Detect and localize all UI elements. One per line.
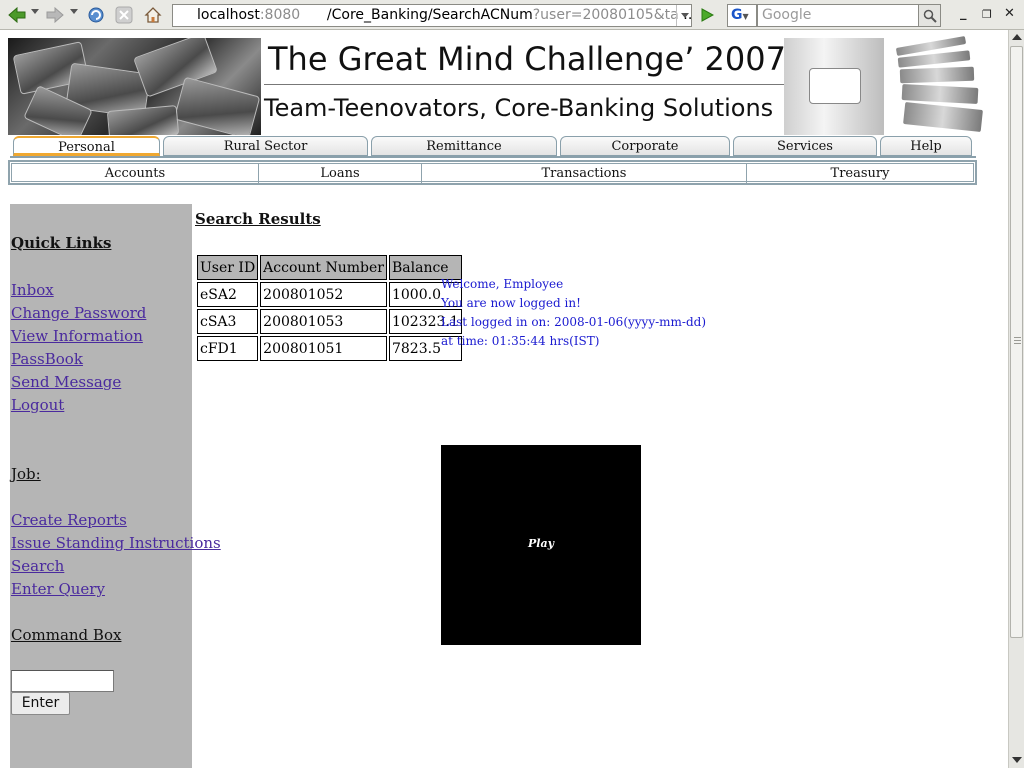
subnav-accounts[interactable]: Accounts [12, 164, 259, 183]
close-icon[interactable]: ✕ [1004, 6, 1015, 21]
cell-account-number: 200801053 [260, 309, 387, 334]
silver-bars-image [8, 38, 261, 135]
tab-remittance[interactable]: Remittance [371, 136, 557, 156]
table-row: cFD1 200801051 7823.5 [197, 336, 462, 361]
tab-rural-sector[interactable]: Rural Sector [163, 136, 368, 156]
login-status: You are now logged in! [441, 296, 581, 310]
cell-account-number: 200801052 [260, 282, 387, 307]
scroll-up-icon[interactable] [1012, 34, 1022, 40]
last-login-date: Last logged in on: 2008-01-06(yyyy-mm-dd… [441, 315, 707, 329]
table-row: cSA3 200801053 102323.1 [197, 309, 462, 334]
forward-icon[interactable] [44, 4, 66, 26]
search-engine-selector[interactable]: G▼ [727, 4, 757, 27]
change-password-link[interactable]: Change Password [11, 304, 146, 322]
column-header-user-id: User ID [197, 255, 259, 280]
stop-icon[interactable] [114, 4, 134, 26]
command-input[interactable] [11, 670, 114, 692]
home-icon[interactable] [143, 4, 163, 26]
welcome-message: Welcome, Employee [441, 277, 564, 291]
subnav-transactions[interactable]: Transactions [422, 164, 747, 183]
tab-help[interactable]: Help [880, 136, 972, 156]
page-content: The Great Mind Challenge’ 2007 Team-Teen… [0, 30, 1008, 768]
table-header-row: User ID Account Number Balance [197, 255, 462, 280]
cell-user-id: cSA3 [197, 309, 259, 334]
subnav-treasury[interactable]: Treasury [747, 164, 973, 183]
tab-corporate[interactable]: Corporate [560, 136, 730, 156]
cell-account-number: 200801051 [260, 336, 387, 361]
search-input[interactable]: Google [757, 4, 919, 27]
tab-underline [10, 156, 976, 158]
quick-links-heading: Quick Links [11, 234, 112, 252]
go-icon[interactable] [697, 5, 717, 25]
passbook-link[interactable]: PassBook [11, 350, 83, 368]
sidebar: Quick Links Inbox Change Password View I… [10, 204, 221, 768]
results-table: User ID Account Number Balance eSA2 2008… [195, 253, 464, 363]
money-stack-image [886, 35, 988, 135]
vertical-scrollbar[interactable] [1008, 30, 1024, 768]
scroll-down-icon[interactable] [1012, 757, 1022, 763]
search-results-title: Search Results [195, 210, 321, 228]
back-icon[interactable] [6, 4, 28, 26]
cell-user-id: eSA2 [197, 282, 259, 307]
job-heading: Job: [11, 465, 41, 483]
reload-icon[interactable] [86, 4, 106, 26]
inbox-link[interactable]: Inbox [11, 281, 54, 299]
create-reports-link[interactable]: Create Reports [11, 511, 127, 529]
minimize-icon[interactable]: _ [960, 6, 967, 21]
magnifier-icon[interactable] [918, 4, 941, 27]
last-login-time: at time: 01:35:44 hrs(IST) [441, 334, 600, 348]
browser-toolbar: localhost:8080 /Core_Banking/SearchACNum… [0, 0, 1024, 30]
media-player[interactable]: Play [441, 445, 641, 645]
table-row: eSA2 200801052 1000.0 [197, 282, 462, 307]
forward-history-dropdown-icon[interactable] [70, 9, 78, 14]
address-bar[interactable]: localhost:8080 /Core_Banking/SearchACNum… [172, 4, 692, 27]
enter-button[interactable]: Enter [11, 692, 70, 715]
tab-personal[interactable]: Personal [13, 136, 160, 156]
restore-icon[interactable]: ❐ [982, 8, 992, 21]
command-box-heading: Command Box [11, 626, 122, 644]
banner-title: The Great Mind Challenge’ 2007 [268, 40, 786, 78]
send-message-link[interactable]: Send Message [11, 373, 121, 391]
play-button[interactable]: Play [441, 537, 641, 550]
banner-subtitle: Team-Teenovators, Core-Banking Solutions [264, 94, 774, 122]
money-roll-image [784, 38, 884, 135]
google-icon: G [731, 7, 743, 23]
tab-services[interactable]: Services [733, 136, 877, 156]
banner: The Great Mind Challenge’ 2007 Team-Teen… [8, 35, 988, 135]
back-history-dropdown-icon[interactable] [31, 9, 39, 14]
column-header-account-number: Account Number [260, 255, 387, 280]
sub-navigation: Accounts Loans Transactions Treasury [8, 160, 977, 185]
url-history-dropdown-icon[interactable] [676, 5, 692, 26]
subnav-loans[interactable]: Loans [259, 164, 422, 183]
view-information-link[interactable]: View Information [11, 327, 143, 345]
issue-standing-instructions-link[interactable]: Issue Standing Instructions [11, 534, 221, 552]
banner-divider [264, 84, 784, 85]
cell-user-id: cFD1 [197, 336, 259, 361]
logout-link[interactable]: Logout [11, 396, 64, 414]
enter-query-link[interactable]: Enter Query [11, 580, 105, 598]
search-link[interactable]: Search [11, 557, 64, 575]
scrollbar-thumb[interactable] [1010, 46, 1023, 638]
